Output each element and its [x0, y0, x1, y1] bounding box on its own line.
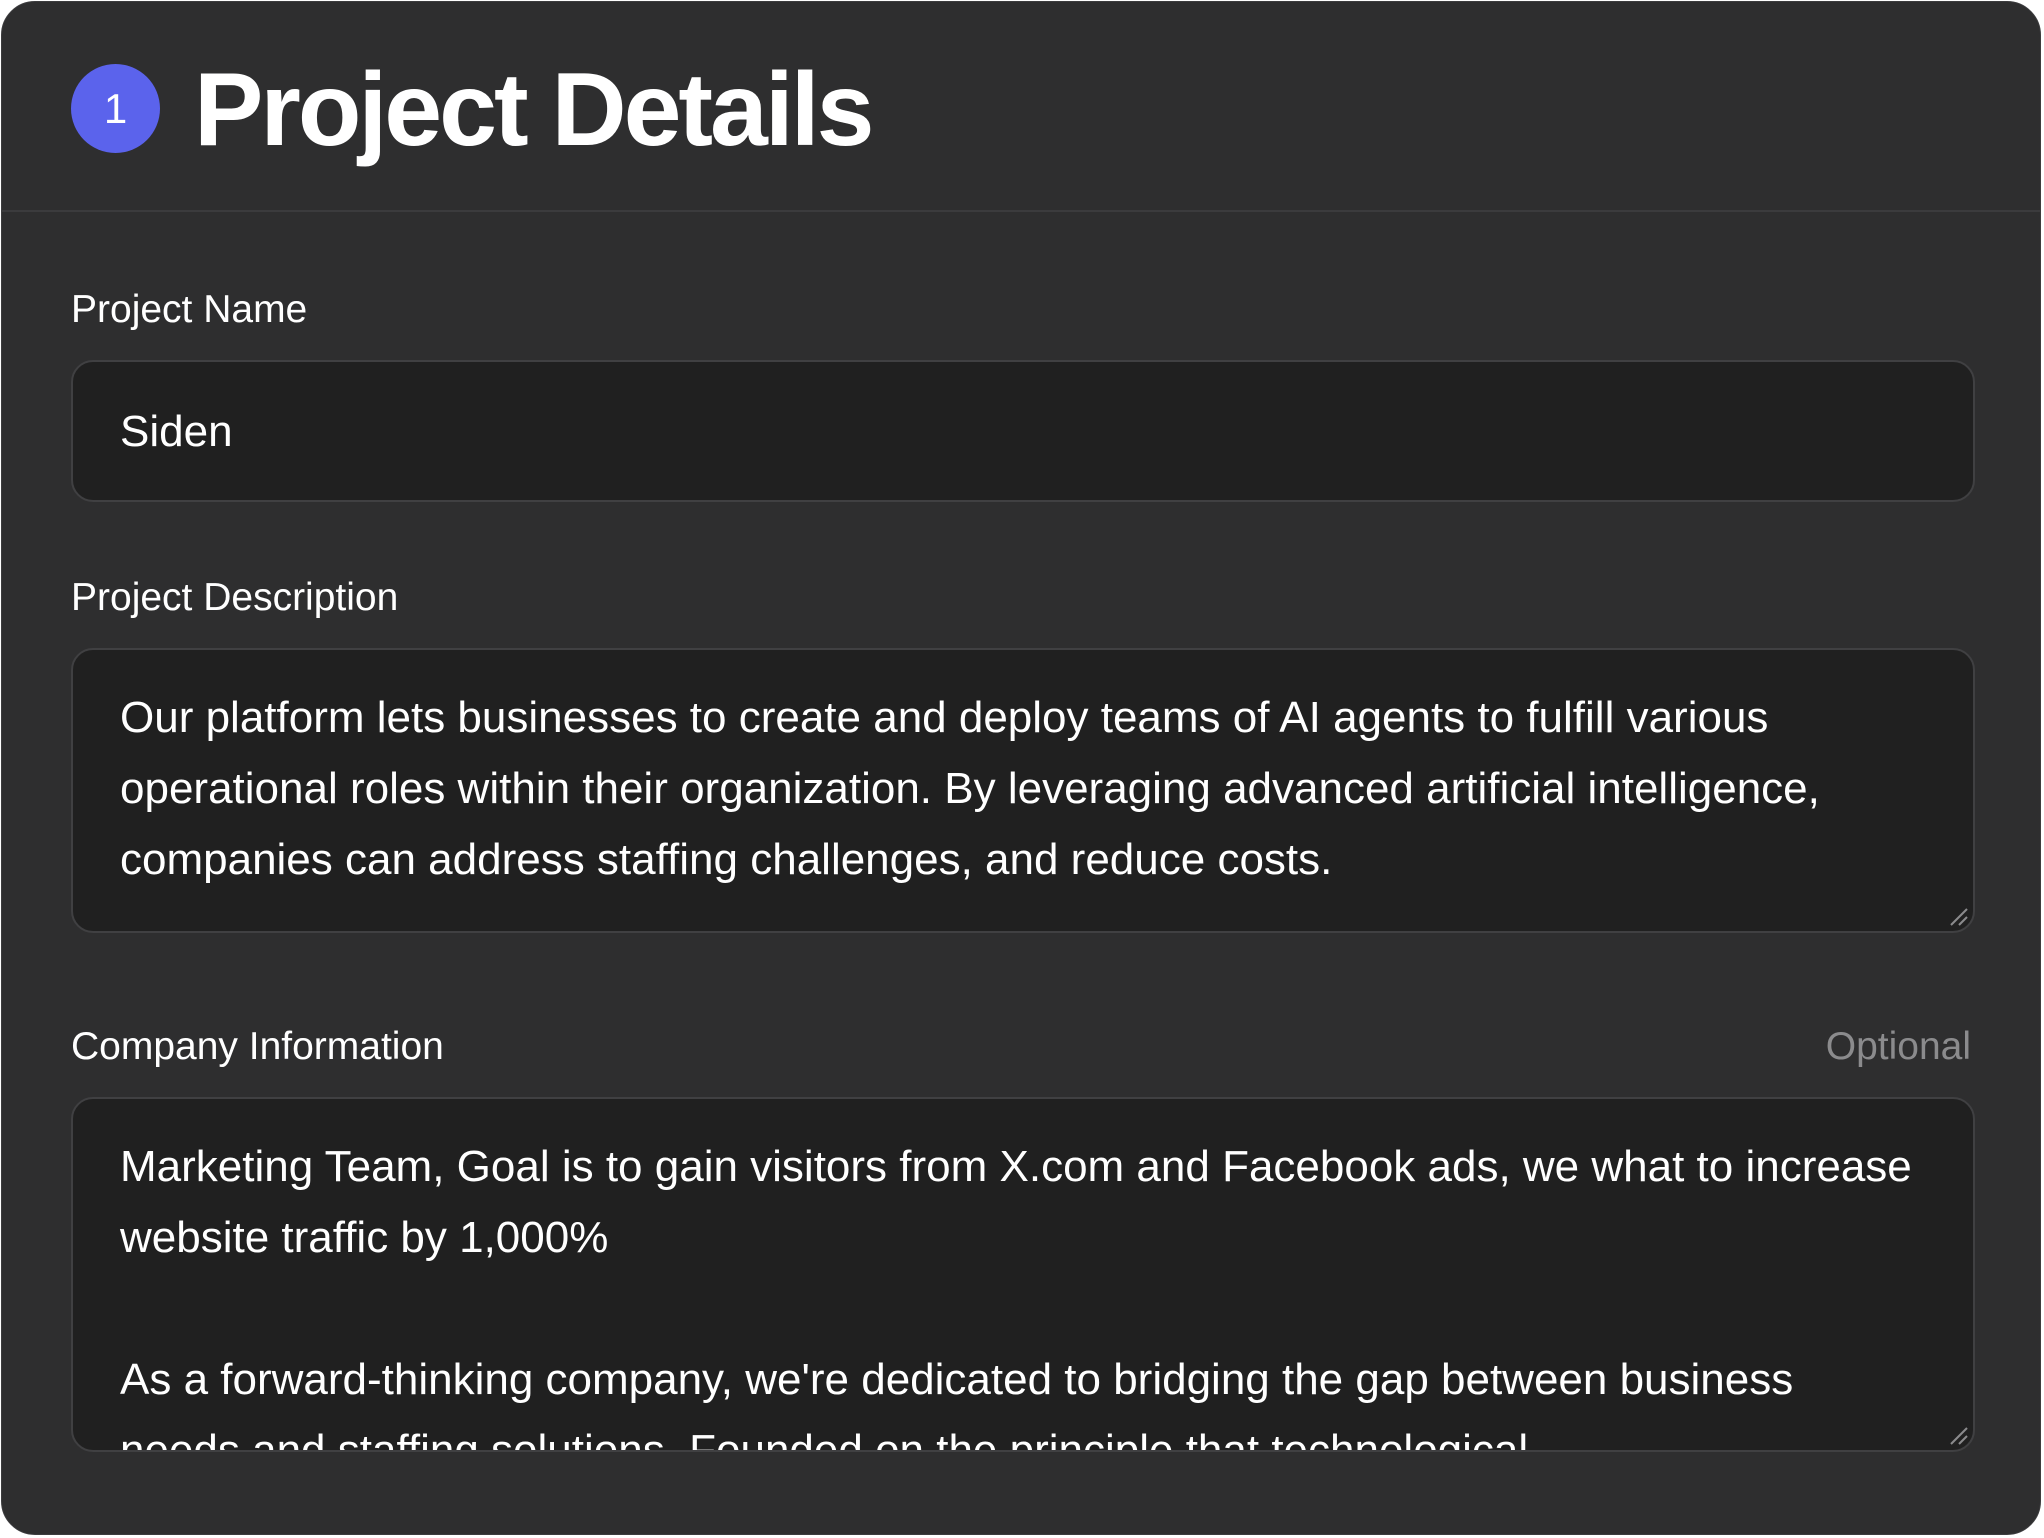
page-title: Project Details — [194, 52, 875, 168]
optional-label: Optional — [1825, 1025, 1971, 1068]
project-details-card: 1 Project Details Project Name Siden Pro… — [1, 1, 2041, 1535]
company-information-label: Company Information — [71, 1025, 444, 1068]
company-information-textarea[interactable]: Marketing Team, Goal is to gain visitors… — [71, 1097, 1975, 1452]
company-information-value: Marketing Team, Goal is to gain visitors… — [120, 1142, 1912, 1452]
project-name-input[interactable]: Siden — [71, 360, 1975, 502]
project-description-value: Our platform lets businesses to create a… — [120, 693, 1833, 884]
project-name-value: Siden — [120, 407, 233, 456]
resize-handle-icon[interactable] — [1947, 1424, 1969, 1446]
project-name-label: Project Name — [71, 288, 308, 331]
project-description-label: Project Description — [71, 576, 399, 619]
resize-handle-icon[interactable] — [1947, 905, 1969, 927]
step-number-badge: 1 — [71, 64, 160, 153]
card-header: 1 Project Details — [2, 2, 2040, 212]
project-description-textarea[interactable]: Our platform lets businesses to create a… — [71, 648, 1975, 933]
